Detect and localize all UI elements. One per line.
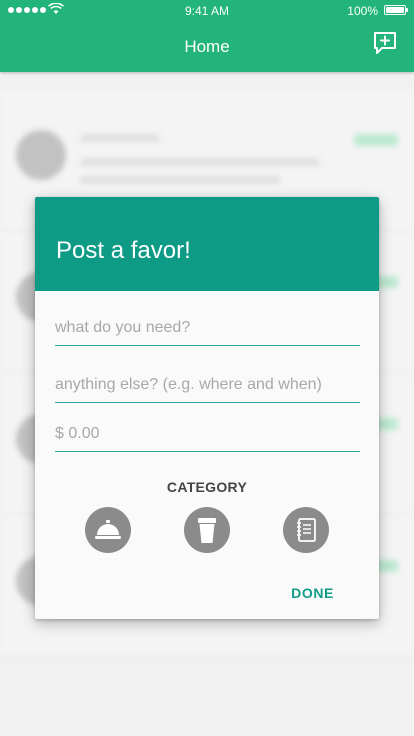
price-field: [55, 425, 360, 452]
category-notebook-button[interactable]: [283, 507, 329, 553]
details-input[interactable]: [55, 376, 360, 402]
battery-icon: [384, 5, 408, 15]
page-title: Home: [184, 37, 230, 56]
dialog-header: Post a favor!: [35, 197, 379, 291]
compose-chat-plus-icon[interactable]: [372, 30, 398, 56]
dialog-title: Post a favor!: [56, 237, 191, 264]
notebook-icon: [297, 518, 316, 542]
app-bar: 9:41 AM 100% Home: [0, 0, 414, 72]
coffee-cup-icon: [198, 518, 216, 543]
post-favor-dialog: Post a favor! CATEGORY: [35, 197, 379, 619]
need-field: [55, 319, 360, 346]
status-bar: 9:41 AM 100%: [0, 0, 414, 22]
battery-percent: 100%: [347, 4, 378, 18]
category-coffee-button[interactable]: [184, 507, 230, 553]
category-service-button[interactable]: [85, 507, 131, 553]
done-button[interactable]: DONE: [291, 585, 334, 601]
details-field: [55, 376, 360, 403]
home-screen: 9:41 AM 100% Home Post a favor! what do …: [0, 0, 414, 736]
service-bell-icon: [95, 520, 121, 539]
price-input[interactable]: [55, 425, 360, 451]
category-label: CATEGORY: [166, 479, 248, 495]
need-input[interactable]: [55, 319, 360, 345]
